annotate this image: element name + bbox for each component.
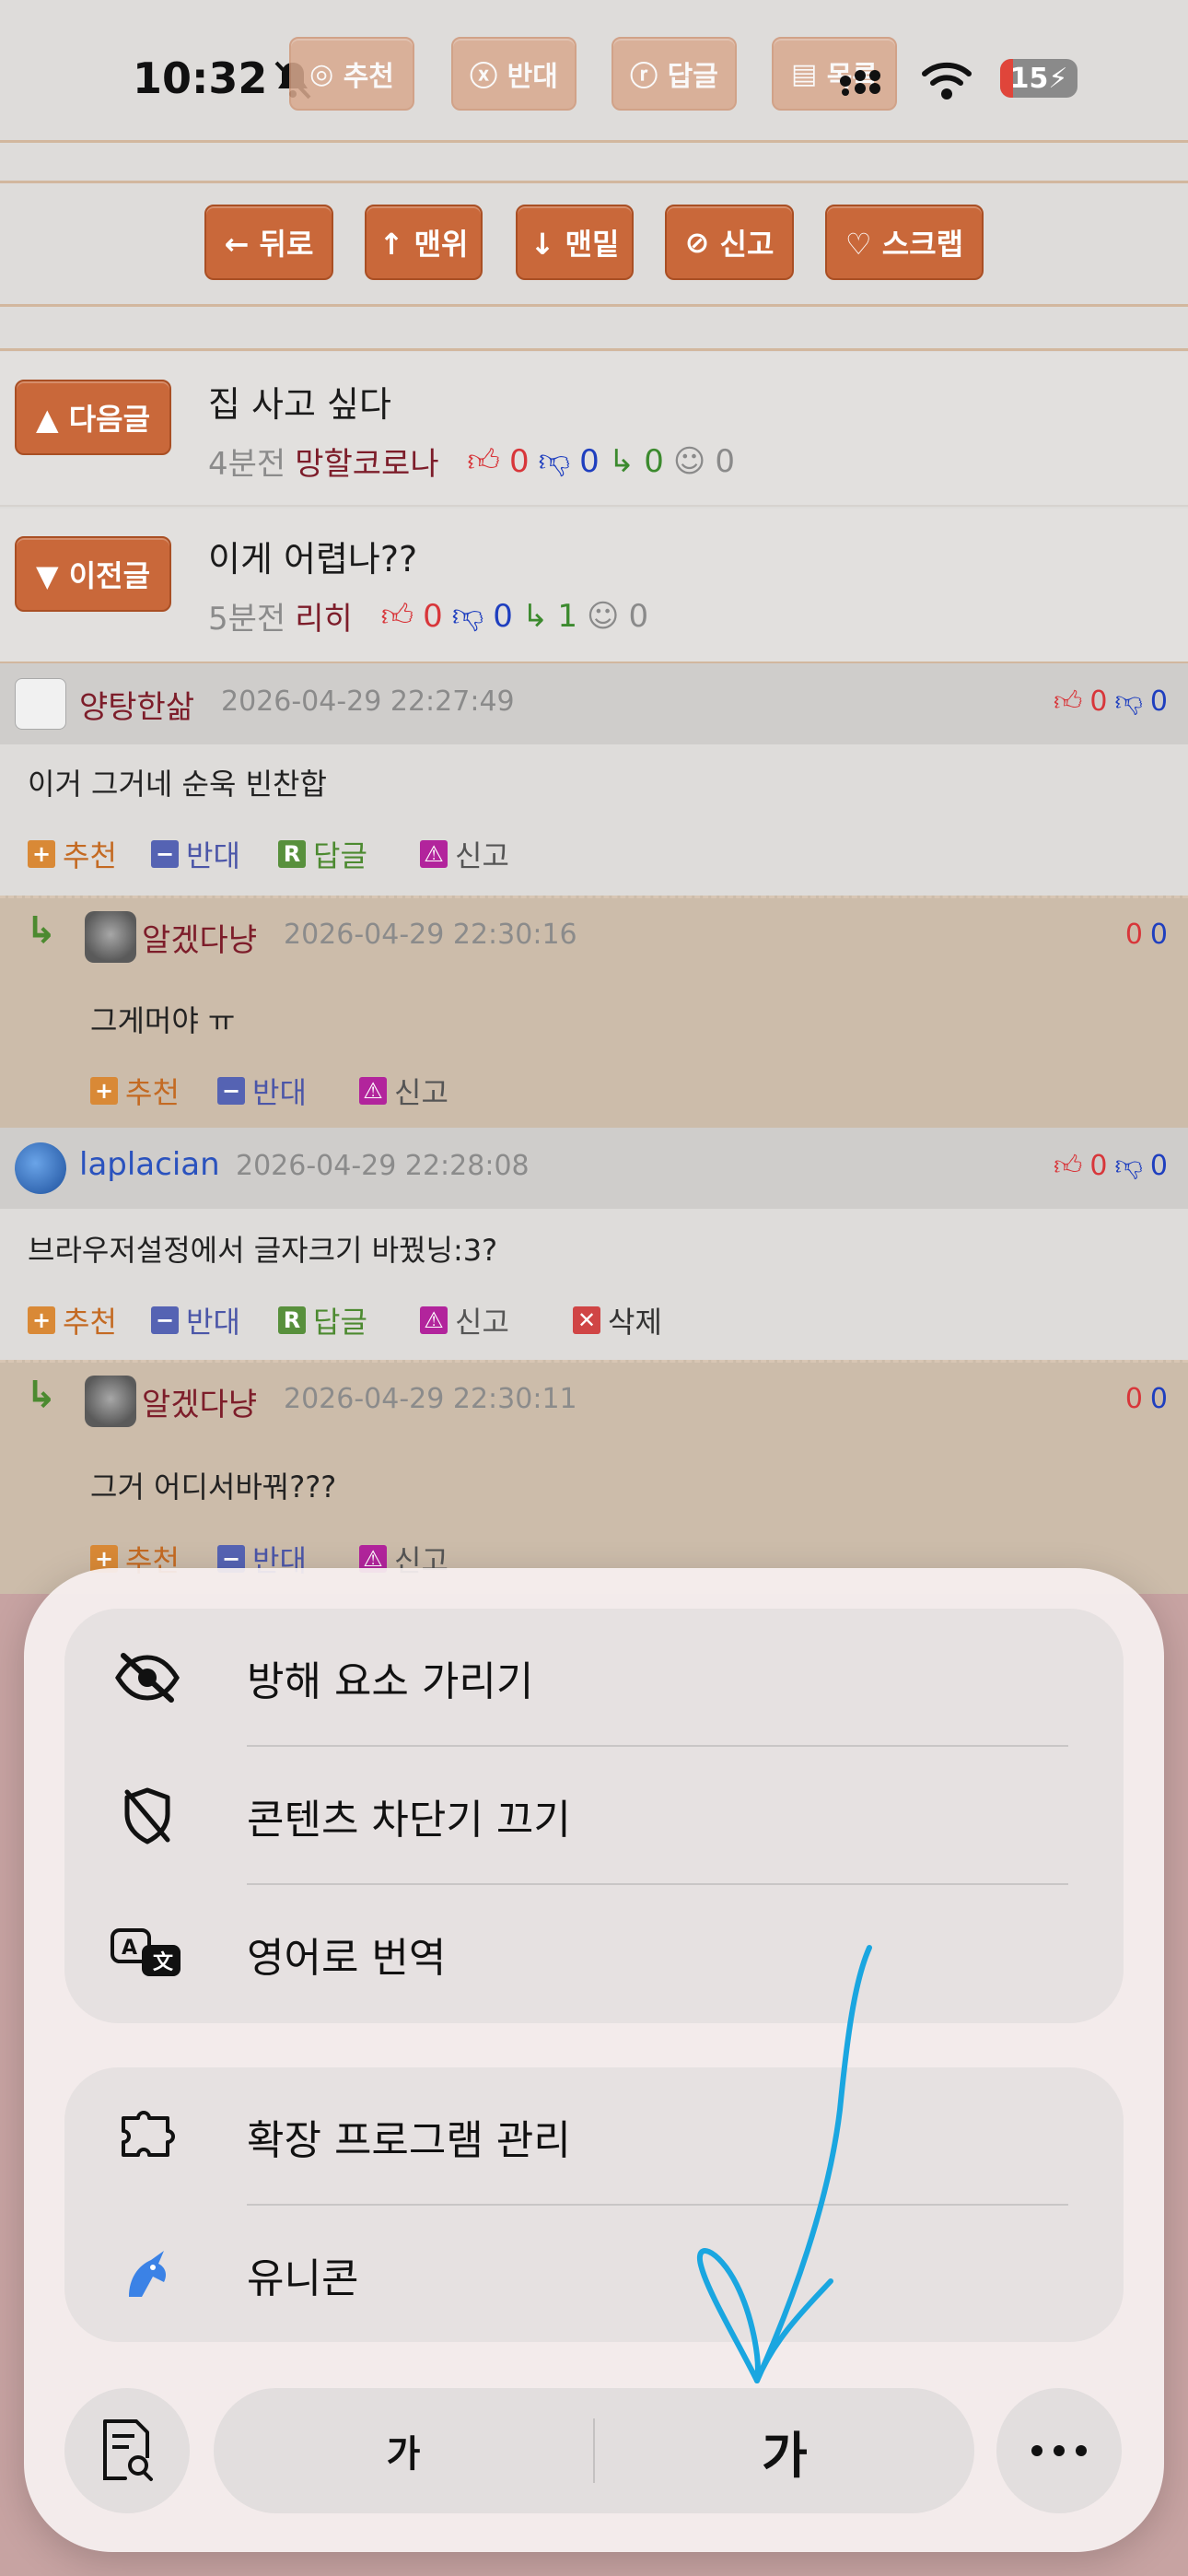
comment-date: 2026-04-29 22:30:16 [284, 919, 577, 951]
next-post-button[interactable]: ▲ 다음글 [15, 380, 171, 455]
bottom-button[interactable]: ↓ 맨밑 [516, 205, 634, 280]
status-time: 10:32 [133, 53, 268, 103]
views-icon: ☺ [672, 442, 706, 480]
comment-body: 브라우저설정에서 글자크기 바꿨닝:3? + 추천 − 반대 R 답글 ⚠ 신고 ✕ 삭제 [0, 1209, 1188, 1360]
comment-text: 그거 어디서바꿔??? [90, 1469, 337, 1505]
reply-arrow-icon: ↳ [26, 1374, 57, 1416]
reply-arrow-icon: ↳ [26, 909, 57, 952]
reply-arrow-icon: ↳ [521, 597, 549, 635]
top-reply-button[interactable]: ⓡ 답글 [611, 37, 737, 111]
comment-votes: 👍︎ 0 👎︎ 0 [1054, 685, 1168, 718]
page-menu-sheet: 방해 요소 가리기 콘텐츠 차단기 끄기 A 文 영어로 번역 확장 프로그램 … [24, 1568, 1164, 2552]
comment-author[interactable]: laplacian [79, 1146, 220, 1183]
reader-search-button[interactable] [64, 2388, 190, 2513]
page-search-icon [103, 2419, 153, 2481]
recommend-link[interactable]: + 추천 [28, 833, 117, 875]
avatar[interactable] [85, 1376, 136, 1427]
comment-header: 양탕한삶 2026-04-29 22:27:49 👍︎ 0 👎︎ 0 [0, 663, 1188, 744]
prev-post-title[interactable]: 이게 어렵나?? [208, 531, 417, 581]
thumbs-down-icon: 👎︎ [538, 442, 571, 479]
top-oppose-button[interactable]: ⓧ 반대 [451, 37, 577, 111]
translate-icon: A 文 [111, 1917, 184, 1991]
next-post-title[interactable]: 집 사고 싶다 [208, 376, 391, 427]
signal-icon [840, 70, 880, 96]
prev-post-row[interactable]: ▼ 이전글 이게 어렵나?? 5분전 리히 👍︎ 0 👎︎ 0 ↳ 1 ☺ 0 [0, 509, 1188, 663]
comment-votes: 00 [1124, 1383, 1168, 1415]
text-size-control: 가 가 [214, 2388, 974, 2513]
menu-unicorn-extension[interactable]: 유니콘 [64, 2206, 1124, 2344]
puzzle-icon [111, 2100, 184, 2173]
prev-post-meta: 5분전 리히 👍︎ 0 👎︎ 0 ↳ 1 ☺ 0 [208, 597, 649, 638]
oppose-link[interactable]: − 반대 [151, 833, 240, 875]
svg-text:A: A [122, 1937, 137, 1960]
comment-body: 이거 그거네 순욱 빈찬합 + 추천 − 반대 R 답글 ⚠ 신고 [0, 744, 1188, 896]
next-post-meta: 4분전 망할코로나 👍︎ 0 👎︎ 0 ↳ 0 ☺ 0 [208, 442, 735, 483]
menu-hide-distracting-items[interactable]: 방해 요소 가리기 [64, 1609, 1124, 1747]
comment-date: 2026-04-29 22:28:08 [236, 1150, 530, 1182]
comment-text: 그게머야 ㅠ [90, 1003, 236, 1038]
reply-comment: ↳ 알겠다냥 2026-04-29 22:30:11 00 그거 어디서바꿔??… [0, 1360, 1188, 1599]
more-options-button[interactable] [996, 2388, 1122, 2513]
comment-date: 2026-04-29 22:30:11 [284, 1383, 577, 1415]
recommend-link[interactable]: + 추천 [28, 1299, 117, 1341]
comment-text: 이거 그거네 순욱 빈찬합 [28, 767, 327, 802]
reply-arrow-icon: ↳ [608, 442, 635, 480]
shield-slash-icon [111, 1779, 184, 1853]
comment-author[interactable]: 알겠다냥 [142, 1379, 257, 1424]
avatar[interactable] [15, 678, 66, 730]
battery-indicator: 15 ⚡ [1000, 59, 1077, 98]
menu-group-primary: 방해 요소 가리기 콘텐츠 차단기 끄기 A 文 영어로 번역 [64, 1609, 1124, 2023]
menu-manage-extensions[interactable]: 확장 프로그램 관리 [64, 2067, 1124, 2206]
next-post-row[interactable]: ▲ 다음글 집 사고 싶다 4분전 망할코로나 👍︎ 0 👎︎ 0 ↳ 0 ☺ 0 [0, 352, 1188, 507]
svg-text:文: 文 [153, 1950, 174, 1974]
comment-author[interactable]: 알겠다냥 [142, 915, 257, 960]
comment-header: laplacian 2026-04-29 22:28:08 👍︎ 0 👎︎ 0 [0, 1128, 1188, 1209]
comment-votes: 00 [1124, 919, 1168, 951]
views-icon: ☺ [587, 597, 620, 635]
back-button[interactable]: ← 뒤로 [204, 205, 333, 280]
comment-text: 브라우저설정에서 글자크기 바꿨닝:3? [28, 1233, 498, 1268]
wifi-icon [922, 62, 972, 100]
eye-slash-icon [111, 1641, 184, 1715]
reply-link[interactable]: R 답글 [278, 1299, 367, 1341]
report-button[interactable]: ⊘ 신고 [665, 205, 794, 280]
thumbs-down-icon: 👎︎ [451, 597, 484, 634]
menu-group-extensions: 확장 프로그램 관리 유니콘 [64, 2067, 1124, 2342]
report-icon: ⊘ [684, 225, 720, 260]
top-recommend-button[interactable]: ◎ 추천 [289, 37, 414, 111]
comment-date: 2026-04-29 22:27:49 [221, 685, 515, 718]
oppose-link[interactable]: − 반대 [217, 1070, 307, 1112]
recommend-link[interactable]: + 추천 [90, 1070, 180, 1112]
unicorn-icon [111, 2238, 184, 2312]
report-link[interactable]: ⚠ 신고 [359, 1070, 448, 1112]
decrease-text-size-button[interactable]: 가 [214, 2388, 593, 2513]
scrap-button[interactable]: ♡ 스크랩 [825, 205, 984, 280]
comment-author[interactable]: 양탕한삶 [79, 682, 194, 727]
increase-text-size-button[interactable]: 가 [595, 2388, 974, 2513]
ellipsis-icon [1031, 2445, 1087, 2456]
reply-comment: ↳ 알겠다냥 2026-04-29 22:30:16 00 그게머야 ㅠ + 추천… [0, 896, 1188, 1128]
reply-link[interactable]: R 답글 [278, 833, 367, 875]
comment-votes: 👍︎ 0 👎︎ 0 [1054, 1150, 1168, 1182]
report-link[interactable]: ⚠ 신고 [420, 833, 509, 875]
thumbs-up-icon: 👍︎ [380, 597, 414, 634]
avatar[interactable] [85, 911, 136, 963]
thumbs-up-icon: 👍︎ [467, 442, 500, 479]
delete-link[interactable]: ✕ 삭제 [573, 1299, 662, 1341]
top-button[interactable]: ↑ 맨위 [365, 205, 483, 280]
prev-post-button[interactable]: ▼ 이전글 [15, 536, 171, 612]
report-link[interactable]: ⚠ 신고 [420, 1299, 509, 1341]
menu-translate-english[interactable]: A 文 영어로 번역 [64, 1885, 1124, 2023]
menu-disable-content-blocker[interactable]: 콘텐츠 차단기 끄기 [64, 1747, 1124, 1885]
avatar[interactable] [15, 1142, 66, 1194]
oppose-link[interactable]: − 반대 [151, 1299, 240, 1341]
